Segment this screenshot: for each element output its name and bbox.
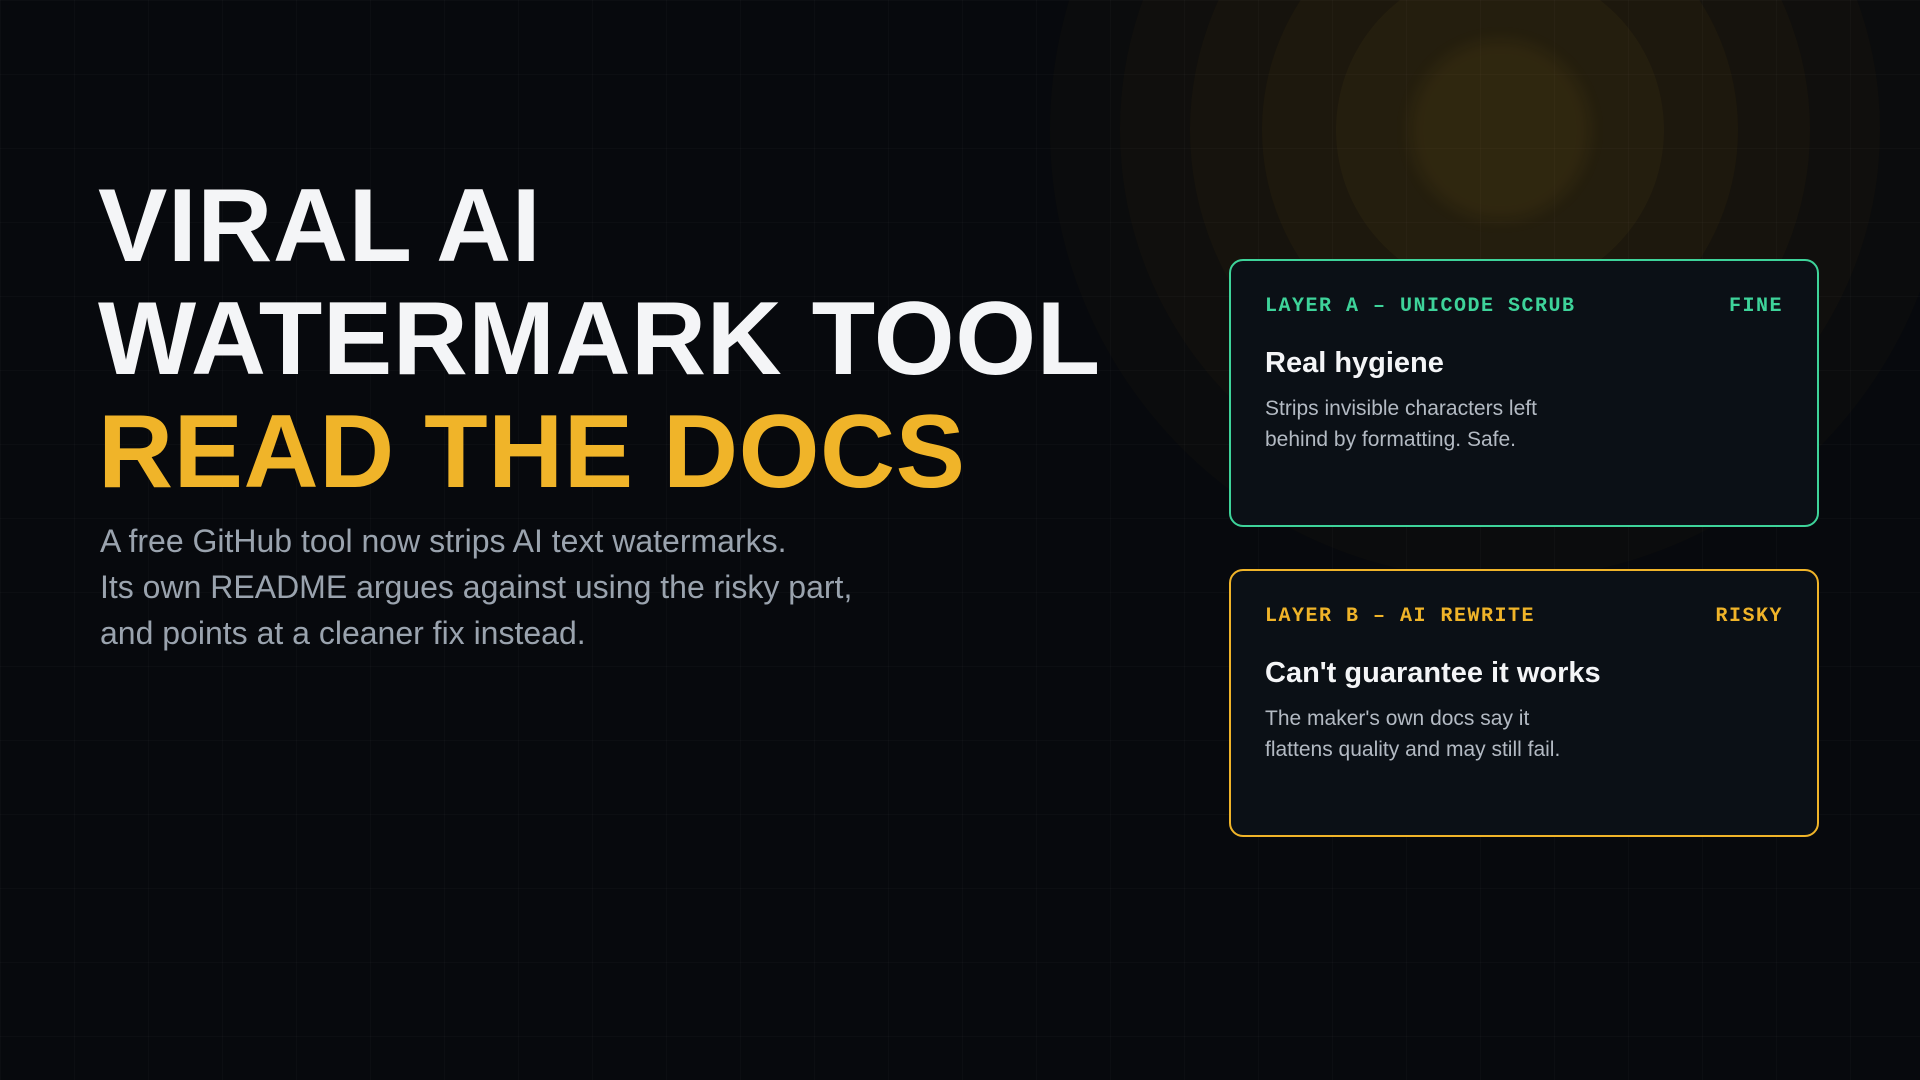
background-glow [1336,0,1664,294]
card-description-line-1: Strips invisible characters left [1265,397,1537,420]
card-layer-a: LAYER A – UNICODE SCRUB FINE Real hygien… [1229,259,1819,527]
headline: VIRAL AI WATERMARK TOOL READ THE DOCS [98,170,1101,509]
subtitle-line-2: Its own README argues against using the … [100,569,853,605]
card-description: Strips invisible characters left behind … [1265,393,1783,455]
card-label: LAYER B – AI REWRITE [1265,604,1536,628]
status-badge: FINE [1728,294,1783,318]
card-description: The maker's own docs say it flattens qua… [1265,703,1783,765]
card-title: Real hygiene [1265,347,1444,379]
headline-line-1: VIRAL AI [98,168,542,284]
card-header: LAYER A – UNICODE SCRUB FINE [1265,293,1783,319]
subtitle-line-3: and points at a cleaner fix instead. [100,615,586,651]
card-description-line-1: The maker's own docs say it [1265,707,1530,730]
headline-line-3: READ THE DOCS [98,394,966,510]
subtitle: A free GitHub tool now strips AI text wa… [100,518,852,656]
card-description-line-2: flattens quality and may still fail. [1265,738,1561,761]
status-badge: RISKY [1715,604,1783,628]
card-description-line-2: behind by formatting. Safe. [1265,428,1516,451]
card-layer-b: LAYER B – AI REWRITE RISKY Can't guarant… [1229,569,1819,837]
headline-line-2: WATERMARK TOOL [98,281,1101,397]
card-label: LAYER A – UNICODE SCRUB [1265,294,1576,318]
card-title: Can't guarantee it works [1265,657,1601,689]
background-glow-core [1410,40,1590,220]
subtitle-line-1: A free GitHub tool now strips AI text wa… [100,523,787,559]
card-header: LAYER B – AI REWRITE RISKY [1265,603,1783,629]
